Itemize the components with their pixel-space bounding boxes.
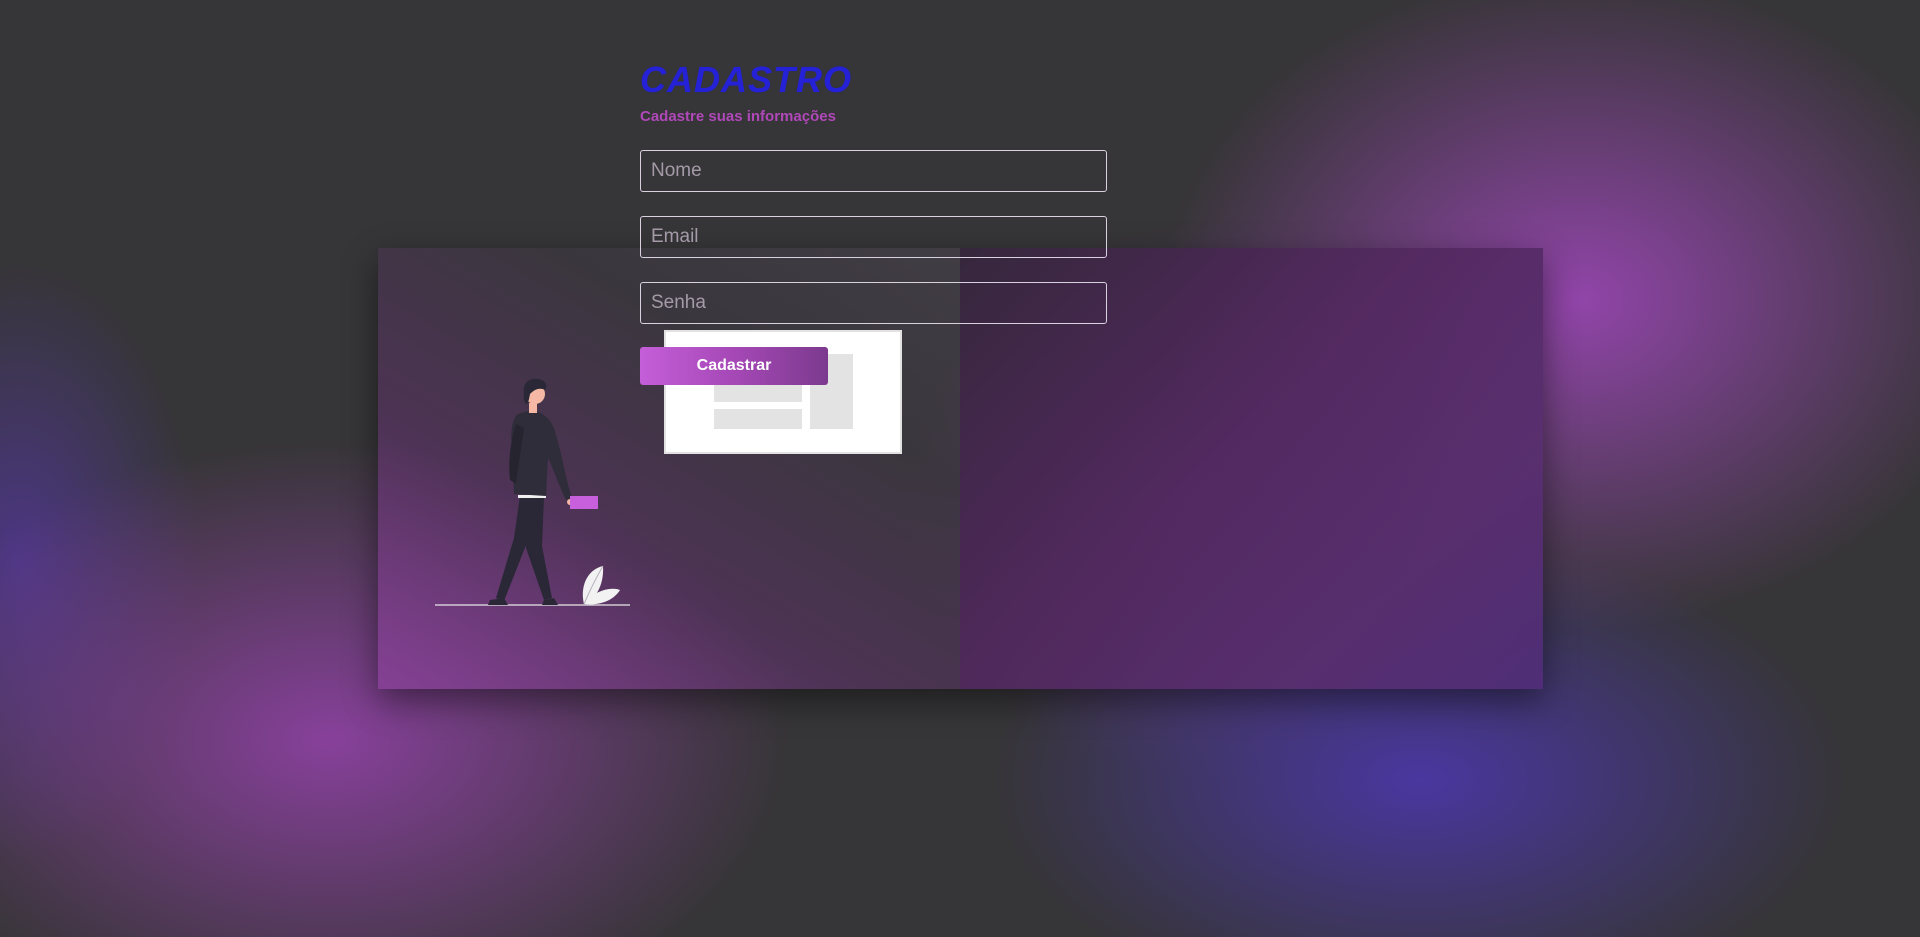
- name-input[interactable]: [640, 150, 1107, 192]
- signup-form: CADASTRO Cadastre suas informações Cadas…: [640, 60, 1108, 385]
- walking-person-figure: [488, 378, 598, 605]
- submit-button[interactable]: Cadastrar: [640, 347, 828, 385]
- leaf-plant-icon: [582, 565, 620, 605]
- form-subtitle: Cadastre suas informações: [640, 108, 836, 125]
- email-input[interactable]: [640, 216, 1107, 258]
- form-title: CADASTRO: [640, 59, 852, 100]
- password-input[interactable]: [640, 282, 1107, 324]
